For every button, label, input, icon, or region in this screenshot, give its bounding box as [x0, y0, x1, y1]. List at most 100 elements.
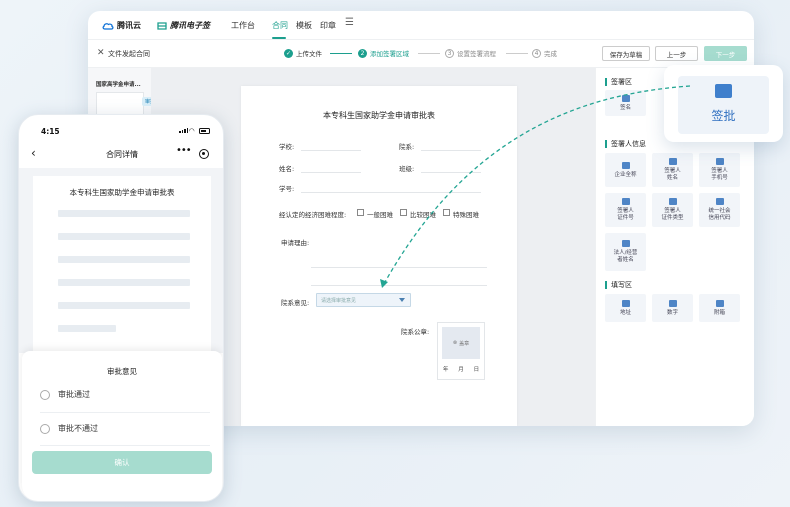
school-label: 学校: [279, 143, 295, 151]
seal-icon: ⊗ [452, 340, 458, 346]
status-time: 4:15 [41, 127, 60, 136]
class-line[interactable] [421, 172, 481, 173]
nav-workbench[interactable]: 工作台 [231, 20, 255, 31]
document-page: 本专科生国家助学金申请审批表 学校: 院系: 姓名: 班级: 学号: 经认定的经… [241, 86, 517, 426]
menu-icon[interactable]: ☰ [345, 17, 354, 28]
fill-area-heading: 填写区 [605, 280, 632, 290]
approval-tile[interactable]: 签批 [678, 76, 769, 134]
nav-seal[interactable]: 印章 [320, 20, 336, 31]
name-line[interactable] [301, 172, 361, 173]
checkbox-relative[interactable] [400, 209, 407, 216]
student-id-line[interactable] [301, 192, 481, 193]
tile-signer-id-type[interactable]: 签署人 证件类型 [652, 193, 693, 227]
step-add-sign-area[interactable]: 2 添加签署区域 [358, 48, 409, 58]
approval-sheet: 审批意见 审批通过 审批不通过 确认 [22, 351, 222, 501]
student-id-label: 学号: [279, 185, 295, 193]
tile-label: 地址 [619, 309, 631, 316]
mobile-phone: 4:15 ◠ ‹ 合同详情 ••• 本专科生国家助学金申请审批表 审批意见 审批… [18, 114, 224, 502]
tile-label: 数字 [666, 309, 678, 316]
tile-label: 法人/经营 者姓名 [613, 250, 638, 263]
reason-line[interactable] [311, 285, 487, 286]
tile-credit-code[interactable]: 统一社会 信用代码 [699, 193, 740, 227]
more-icon[interactable]: ••• [176, 145, 192, 156]
seal-text: 盖章 [459, 340, 470, 347]
save-draft-button[interactable]: 保存为草稿 [602, 46, 650, 61]
fill-area-title: 填写区 [611, 281, 632, 289]
approval-signature-card[interactable]: 签批 [664, 65, 783, 142]
placeholder-line [58, 302, 190, 309]
department-line[interactable] [421, 150, 481, 151]
step-number: 2 [358, 48, 367, 58]
divider [40, 445, 210, 446]
battery-icon [199, 128, 210, 134]
checkbox-general[interactable] [357, 209, 364, 216]
tile-label: 企业全称 [614, 171, 637, 178]
phone-icon [715, 158, 724, 166]
tile-signer-phone[interactable]: 签署人 手机号 [699, 153, 740, 187]
active-nav-indicator [272, 37, 286, 39]
option-reject-label: 审批不通过 [58, 424, 98, 433]
step-connector [418, 53, 440, 54]
placeholder-line [58, 210, 190, 217]
step-connector [506, 53, 528, 54]
confirm-button[interactable]: 确认 [32, 451, 212, 474]
section-marker [605, 78, 607, 86]
tile-attachment[interactable]: 附箱 [699, 294, 740, 322]
tile-signature[interactable]: 签名 [605, 90, 646, 116]
option-general: 一般困难 [367, 211, 393, 219]
nav-template[interactable]: 模板 [296, 20, 312, 31]
tile-number[interactable]: 数字 [652, 294, 693, 322]
mobile-document: 本专科生国家助学金申请审批表 [33, 176, 211, 356]
reason-line[interactable] [311, 267, 487, 268]
radio-approve[interactable] [40, 389, 50, 400]
radio-reject[interactable] [40, 423, 50, 434]
tencent-esign-logo[interactable]: 腾讯电子签 [157, 20, 210, 31]
divider [40, 412, 210, 413]
tile-company-name[interactable]: 企业全称 [605, 153, 646, 187]
tile-address[interactable]: 地址 [605, 294, 646, 322]
option-approve[interactable]: 审批通过 [40, 389, 90, 400]
section-marker [605, 140, 607, 148]
sheet-title: 审批意见 [107, 367, 137, 376]
seal-area[interactable]: ⊗ 盖章 年 月 日 [437, 322, 485, 380]
option-relative: 比较困难 [410, 211, 436, 219]
status-bar: 4:15 ◠ [19, 115, 223, 137]
approval-opinion-select[interactable]: 请选择审批意见 [316, 293, 411, 307]
mobile-nav-bar: ‹ 合同详情 ••• [19, 141, 223, 167]
attachment-icon [715, 299, 724, 307]
top-navigation: 腾讯云 腾讯电子签 工作台 合同 模板 印章 ☰ [88, 11, 754, 40]
tencent-cloud-logo[interactable]: 腾讯云 [102, 20, 141, 31]
step-upload[interactable]: ✓ 上传文件 [284, 48, 322, 58]
step-set-flow[interactable]: 3 设置签署流程 [445, 48, 496, 58]
seal-placeholder: ⊗ 盖章 [442, 327, 480, 359]
tile-label: 附箱 [713, 309, 725, 316]
step-finish[interactable]: 4 完成 [532, 48, 557, 58]
tile-label: 签署人 证件号 [617, 208, 634, 221]
nav-contract[interactable]: 合同 [272, 20, 288, 31]
id-icon [621, 198, 630, 206]
next-step-button[interactable]: 下一步 [704, 46, 747, 61]
tile-signer-id[interactable]: 签署人 证件号 [605, 193, 646, 227]
tile-legal-rep[interactable]: 法人/经营 者姓名 [605, 233, 646, 271]
brand-esign-text: 腾讯电子签 [170, 21, 210, 30]
checkbox-special[interactable] [443, 209, 450, 216]
step-label: 设置签署流程 [457, 50, 496, 58]
close-icon[interactable]: ✕ [97, 48, 105, 58]
placeholder-line [58, 279, 190, 286]
tile-label: 签署人 手机号 [711, 168, 728, 181]
code-icon [715, 198, 724, 206]
close-miniapp-icon[interactable] [199, 149, 209, 159]
step-label: 上传文件 [296, 50, 322, 58]
section-marker [605, 281, 607, 289]
school-line[interactable] [301, 150, 361, 151]
tile-label: 签署人 证件类型 [661, 208, 684, 221]
cloud-icon [102, 22, 114, 30]
option-reject[interactable]: 审批不通过 [40, 423, 98, 434]
tile-signer-name[interactable]: 签署人 姓名 [652, 153, 693, 187]
tile-label: 统一社会 信用代码 [708, 208, 731, 221]
dept-seal-label: 院系公章: [401, 328, 430, 336]
wifi-icon: ◠ [189, 127, 195, 135]
placeholder-line [58, 256, 190, 263]
prev-step-button[interactable]: 上一步 [655, 46, 698, 61]
step-number: 4 [532, 48, 541, 58]
